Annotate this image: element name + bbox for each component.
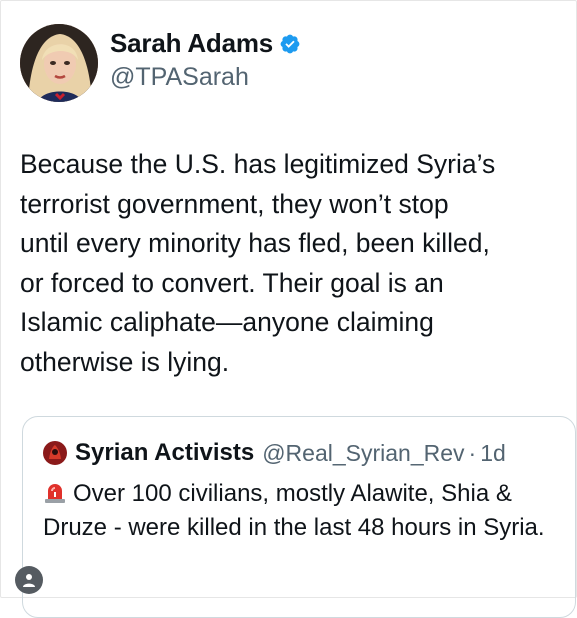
user-silhouette-icon: [23, 574, 35, 587]
tweet-body-text: Because the U.S. has legitimized Syria’s…: [20, 149, 496, 377]
quoted-author-avatar[interactable]: [43, 441, 67, 465]
tweet-header: Sarah Adams @TPASarah: [20, 24, 301, 102]
quoted-tweet-text: Over 100 civilians, mostly Alawite, Shia…: [43, 477, 563, 545]
quoted-timestamp[interactable]: 1d: [480, 440, 506, 467]
author-handle[interactable]: @TPASarah: [110, 63, 301, 92]
avatar-portrait-icon: [20, 24, 98, 102]
quoted-tweet-header: Syrian Activists @Real_Syrian_Rev · 1d: [43, 439, 506, 467]
quoted-tweet[interactable]: Syrian Activists @Real_Syrian_Rev · 1d O…: [22, 416, 576, 618]
author-avatar[interactable]: [20, 24, 98, 102]
quoted-avatar-icon: [43, 441, 67, 465]
siren-emoji-icon: [45, 484, 65, 503]
quoted-author-handle[interactable]: @Real_Syrian_Rev: [262, 440, 464, 467]
separator-dot: ·: [468, 439, 477, 466]
verified-badge-icon: [280, 34, 300, 53]
quoted-tweet-body: Over 100 civilians, mostly Alawite, Shia…: [43, 480, 545, 541]
quoted-author-name[interactable]: Syrian Activists: [75, 439, 254, 467]
author-display-name[interactable]: Sarah Adams: [110, 28, 273, 59]
user-icon[interactable]: [15, 566, 43, 594]
